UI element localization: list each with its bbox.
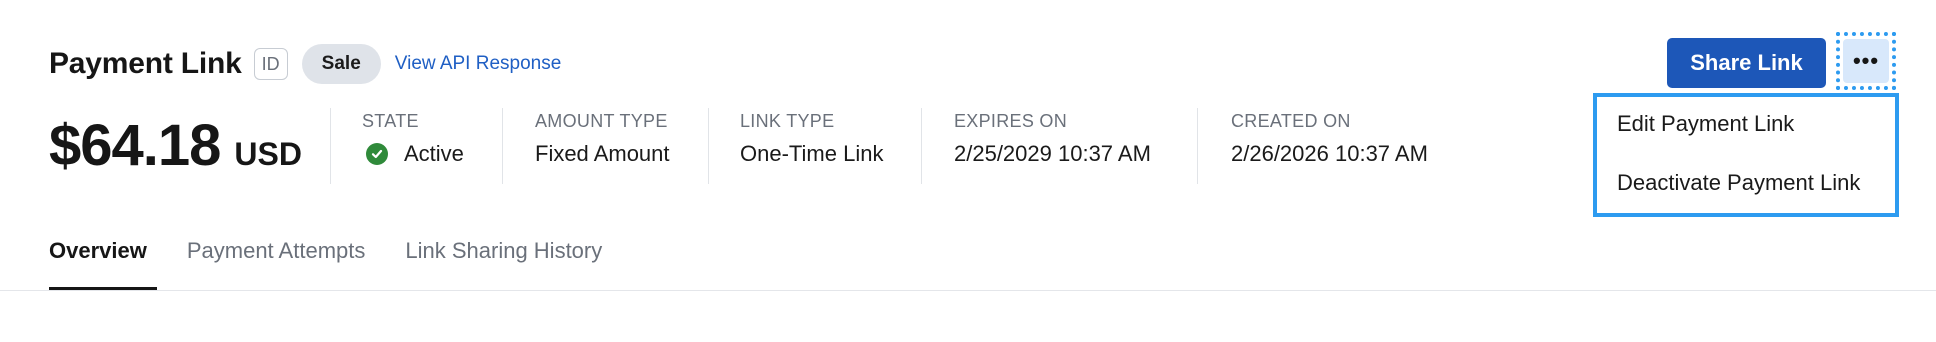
actions-menu: Edit Payment Link Deactivate Payment Lin… [1593, 93, 1899, 217]
state-text: Active [404, 141, 464, 166]
meta-link-type: LINK TYPE One-Time Link [740, 110, 883, 188]
view-api-response-link[interactable]: View API Response [395, 53, 562, 75]
more-actions-button[interactable]: ••• [1836, 32, 1896, 90]
meta-state-label: STATE [362, 111, 419, 131]
amount-value: $64.18 [49, 113, 221, 178]
ellipsis-icon: ••• [1843, 39, 1889, 83]
check-circle-icon [366, 143, 388, 165]
meta-amount-type: AMOUNT TYPE Fixed Amount [535, 110, 670, 188]
divider [921, 108, 922, 184]
id-chip[interactable]: ID [253, 48, 288, 80]
divider [502, 108, 503, 184]
title-row: Payment Link ID Sale View API Response [49, 44, 561, 84]
meta-created-on-value: 2/26/2026 10:37 AM [1231, 141, 1428, 166]
meta-expires-on: EXPIRES ON 2/25/2029 10:37 AM [954, 110, 1151, 188]
meta-created-on: CREATED ON 2/26/2026 10:37 AM [1231, 110, 1428, 188]
amount-currency: USD [234, 136, 302, 172]
menu-item-deactivate-payment-link[interactable]: Deactivate Payment Link [1617, 170, 1860, 196]
meta-link-type-label: LINK TYPE [740, 111, 835, 131]
meta-link-type-value: One-Time Link [740, 141, 884, 166]
divider [1197, 108, 1198, 184]
meta-state: STATE Active [362, 110, 464, 188]
meta-created-on-label: CREATED ON [1231, 111, 1351, 131]
meta-amount-type-value: Fixed Amount [535, 141, 670, 166]
meta-expires-on-value: 2/25/2029 10:37 AM [954, 141, 1151, 166]
menu-item-edit-payment-link[interactable]: Edit Payment Link [1617, 111, 1794, 137]
page-title: Payment Link [49, 47, 242, 80]
divider [708, 108, 709, 184]
tab-overview[interactable]: Overview [49, 238, 157, 291]
divider [330, 108, 331, 184]
tabs-divider [0, 290, 1936, 291]
sale-badge: Sale [301, 44, 381, 84]
tab-bar: Overview Payment Attempts Link Sharing H… [49, 238, 642, 291]
tab-payment-attempts[interactable]: Payment Attempts [187, 238, 366, 290]
meta-expires-on-label: EXPIRES ON [954, 111, 1068, 131]
share-link-button[interactable]: Share Link [1667, 38, 1826, 88]
meta-amount-type-label: AMOUNT TYPE [535, 111, 668, 131]
meta-state-value: Active [362, 140, 464, 168]
amount: $64.18 USD [49, 112, 302, 179]
tab-link-sharing-history[interactable]: Link Sharing History [405, 238, 602, 290]
